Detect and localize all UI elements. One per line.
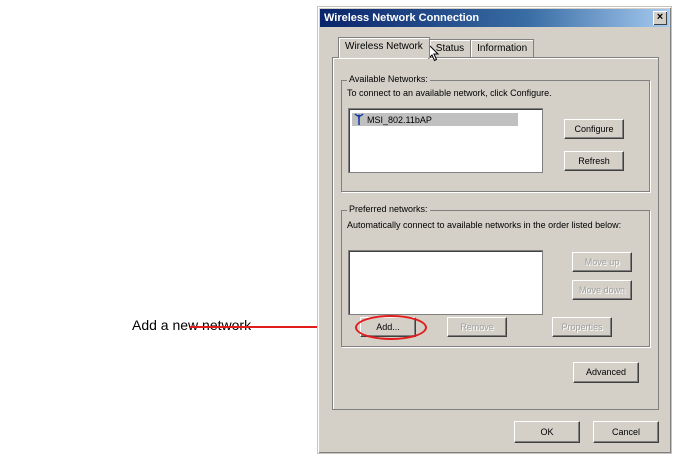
available-networks-legend: Available Networks: [347, 74, 430, 84]
ok-button[interactable]: OK [514, 421, 580, 443]
stage: Add a new network Wireless Network Conne… [0, 0, 679, 458]
remove-button[interactable]: Remove [447, 317, 507, 337]
callout-ellipse [355, 315, 427, 340]
preferred-networks-description: Automatically connect to available netwo… [347, 220, 622, 230]
preferred-networks-legend: Preferred networks: [347, 204, 430, 214]
window-title: Wireless Network Connection [324, 12, 480, 24]
tab-wireless-network[interactable]: Wireless Network [338, 37, 430, 58]
move-up-button[interactable]: Move up [572, 252, 632, 272]
configure-button[interactable]: Configure [564, 119, 624, 139]
title-bar: Wireless Network Connection × [320, 9, 669, 27]
properties-button[interactable]: Properties [552, 317, 612, 337]
dialog-window: Wireless Network Connection × Wireless N… [317, 6, 672, 454]
available-networks-list[interactable]: MSI_802.11bAP [348, 108, 543, 173]
preferred-networks-list[interactable] [348, 250, 543, 315]
network-item[interactable]: MSI_802.11bAP [352, 113, 518, 126]
tab-panel: Available Networks: To connect to an ava… [332, 57, 659, 410]
move-down-button[interactable]: Move down [572, 280, 632, 300]
available-networks-group: Available Networks: To connect to an ava… [341, 74, 650, 192]
advanced-button[interactable]: Advanced [573, 362, 639, 383]
tab-information[interactable]: Information [470, 39, 535, 58]
close-button[interactable]: × [653, 11, 667, 25]
callout-label: Add a new network [132, 317, 252, 333]
mouse-cursor-icon [428, 44, 440, 62]
available-networks-description: To connect to an available network, clic… [347, 88, 552, 98]
refresh-button[interactable]: Refresh [564, 151, 624, 171]
antenna-icon [354, 113, 364, 125]
cancel-button[interactable]: Cancel [593, 421, 659, 443]
network-name: MSI_802.11bAP [367, 115, 432, 125]
